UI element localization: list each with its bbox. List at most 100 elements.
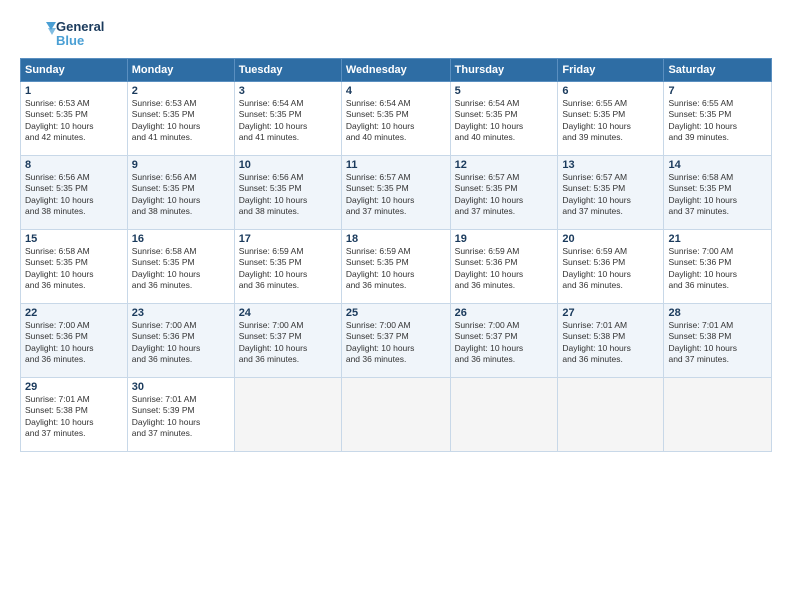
- day-info: Sunrise: 7:00 AMSunset: 5:36 PMDaylight:…: [132, 320, 230, 366]
- day-number: 9: [132, 159, 230, 171]
- day-info: Sunrise: 7:00 AMSunset: 5:36 PMDaylight:…: [25, 320, 123, 366]
- day-info: Sunrise: 6:55 AMSunset: 5:35 PMDaylight:…: [668, 98, 767, 144]
- day-number: 23: [132, 307, 230, 319]
- calendar-cell: [234, 378, 341, 452]
- day-info: Sunrise: 6:59 AMSunset: 5:36 PMDaylight:…: [562, 246, 659, 292]
- day-number: 29: [25, 381, 123, 393]
- day-number: 6: [562, 85, 659, 97]
- col-header-saturday: Saturday: [664, 59, 772, 82]
- calendar-cell: 5Sunrise: 6:54 AMSunset: 5:35 PMDaylight…: [450, 82, 558, 156]
- calendar-cell: 13Sunrise: 6:57 AMSunset: 5:35 PMDayligh…: [558, 156, 664, 230]
- calendar-cell: 2Sunrise: 6:53 AMSunset: 5:35 PMDaylight…: [127, 82, 234, 156]
- calendar-table: SundayMondayTuesdayWednesdayThursdayFrid…: [20, 58, 772, 452]
- day-number: 8: [25, 159, 123, 171]
- day-info: Sunrise: 7:00 AMSunset: 5:37 PMDaylight:…: [346, 320, 446, 366]
- day-number: 7: [668, 85, 767, 97]
- calendar-cell: 23Sunrise: 7:00 AMSunset: 5:36 PMDayligh…: [127, 304, 234, 378]
- day-number: 14: [668, 159, 767, 171]
- calendar-cell: 24Sunrise: 7:00 AMSunset: 5:37 PMDayligh…: [234, 304, 341, 378]
- calendar-cell: 15Sunrise: 6:58 AMSunset: 5:35 PMDayligh…: [21, 230, 128, 304]
- page-header: General Blue: [20, 18, 772, 50]
- calendar-cell: 18Sunrise: 6:59 AMSunset: 5:35 PMDayligh…: [341, 230, 450, 304]
- calendar-cell: 8Sunrise: 6:56 AMSunset: 5:35 PMDaylight…: [21, 156, 128, 230]
- day-info: Sunrise: 6:59 AMSunset: 5:36 PMDaylight:…: [455, 246, 554, 292]
- day-number: 28: [668, 307, 767, 319]
- calendar-cell: 25Sunrise: 7:00 AMSunset: 5:37 PMDayligh…: [341, 304, 450, 378]
- col-header-tuesday: Tuesday: [234, 59, 341, 82]
- day-info: Sunrise: 6:53 AMSunset: 5:35 PMDaylight:…: [25, 98, 123, 144]
- calendar-cell: 3Sunrise: 6:54 AMSunset: 5:35 PMDaylight…: [234, 82, 341, 156]
- day-info: Sunrise: 7:01 AMSunset: 5:38 PMDaylight:…: [668, 320, 767, 366]
- calendar-cell: [558, 378, 664, 452]
- day-number: 13: [562, 159, 659, 171]
- calendar-week-4: 22Sunrise: 7:00 AMSunset: 5:36 PMDayligh…: [21, 304, 772, 378]
- day-info: Sunrise: 6:58 AMSunset: 5:35 PMDaylight:…: [132, 246, 230, 292]
- day-info: Sunrise: 7:00 AMSunset: 5:37 PMDaylight:…: [239, 320, 337, 366]
- calendar-week-5: 29Sunrise: 7:01 AMSunset: 5:38 PMDayligh…: [21, 378, 772, 452]
- day-number: 30: [132, 381, 230, 393]
- col-header-sunday: Sunday: [21, 59, 128, 82]
- calendar-cell: 7Sunrise: 6:55 AMSunset: 5:35 PMDaylight…: [664, 82, 772, 156]
- calendar-cell: 20Sunrise: 6:59 AMSunset: 5:36 PMDayligh…: [558, 230, 664, 304]
- day-number: 3: [239, 85, 337, 97]
- day-number: 2: [132, 85, 230, 97]
- col-header-wednesday: Wednesday: [341, 59, 450, 82]
- col-header-friday: Friday: [558, 59, 664, 82]
- day-number: 26: [455, 307, 554, 319]
- day-info: Sunrise: 6:56 AMSunset: 5:35 PMDaylight:…: [25, 172, 123, 218]
- day-info: Sunrise: 7:01 AMSunset: 5:38 PMDaylight:…: [562, 320, 659, 366]
- calendar-cell: 29Sunrise: 7:01 AMSunset: 5:38 PMDayligh…: [21, 378, 128, 452]
- calendar-cell: 6Sunrise: 6:55 AMSunset: 5:35 PMDaylight…: [558, 82, 664, 156]
- calendar-cell: 16Sunrise: 6:58 AMSunset: 5:35 PMDayligh…: [127, 230, 234, 304]
- day-number: 17: [239, 233, 337, 245]
- calendar-cell: 9Sunrise: 6:56 AMSunset: 5:35 PMDaylight…: [127, 156, 234, 230]
- day-number: 20: [562, 233, 659, 245]
- day-info: Sunrise: 6:53 AMSunset: 5:35 PMDaylight:…: [132, 98, 230, 144]
- calendar-cell: 28Sunrise: 7:01 AMSunset: 5:38 PMDayligh…: [664, 304, 772, 378]
- calendar-cell: 1Sunrise: 6:53 AMSunset: 5:35 PMDaylight…: [21, 82, 128, 156]
- day-info: Sunrise: 7:00 AMSunset: 5:37 PMDaylight:…: [455, 320, 554, 366]
- day-info: Sunrise: 6:57 AMSunset: 5:35 PMDaylight:…: [455, 172, 554, 218]
- calendar-week-3: 15Sunrise: 6:58 AMSunset: 5:35 PMDayligh…: [21, 230, 772, 304]
- logo: General Blue: [20, 18, 104, 50]
- day-info: Sunrise: 6:56 AMSunset: 5:35 PMDaylight:…: [132, 172, 230, 218]
- calendar-cell: 10Sunrise: 6:56 AMSunset: 5:35 PMDayligh…: [234, 156, 341, 230]
- day-number: 24: [239, 307, 337, 319]
- day-number: 5: [455, 85, 554, 97]
- day-info: Sunrise: 6:58 AMSunset: 5:35 PMDaylight:…: [25, 246, 123, 292]
- day-info: Sunrise: 7:00 AMSunset: 5:36 PMDaylight:…: [668, 246, 767, 292]
- day-number: 10: [239, 159, 337, 171]
- calendar-cell: 19Sunrise: 6:59 AMSunset: 5:36 PMDayligh…: [450, 230, 558, 304]
- day-number: 25: [346, 307, 446, 319]
- day-info: Sunrise: 6:54 AMSunset: 5:35 PMDaylight:…: [455, 98, 554, 144]
- calendar-cell: 11Sunrise: 6:57 AMSunset: 5:35 PMDayligh…: [341, 156, 450, 230]
- day-info: Sunrise: 6:57 AMSunset: 5:35 PMDaylight:…: [562, 172, 659, 218]
- col-header-monday: Monday: [127, 59, 234, 82]
- calendar-cell: 17Sunrise: 6:59 AMSunset: 5:35 PMDayligh…: [234, 230, 341, 304]
- calendar-week-1: 1Sunrise: 6:53 AMSunset: 5:35 PMDaylight…: [21, 82, 772, 156]
- day-number: 11: [346, 159, 446, 171]
- day-info: Sunrise: 6:59 AMSunset: 5:35 PMDaylight:…: [346, 246, 446, 292]
- calendar-cell: 22Sunrise: 7:00 AMSunset: 5:36 PMDayligh…: [21, 304, 128, 378]
- day-number: 19: [455, 233, 554, 245]
- day-info: Sunrise: 6:57 AMSunset: 5:35 PMDaylight:…: [346, 172, 446, 218]
- day-info: Sunrise: 6:56 AMSunset: 5:35 PMDaylight:…: [239, 172, 337, 218]
- calendar-cell: [664, 378, 772, 452]
- day-info: Sunrise: 6:54 AMSunset: 5:35 PMDaylight:…: [346, 98, 446, 144]
- day-number: 12: [455, 159, 554, 171]
- day-info: Sunrise: 7:01 AMSunset: 5:39 PMDaylight:…: [132, 394, 230, 440]
- day-info: Sunrise: 6:58 AMSunset: 5:35 PMDaylight:…: [668, 172, 767, 218]
- col-header-thursday: Thursday: [450, 59, 558, 82]
- day-number: 4: [346, 85, 446, 97]
- calendar-cell: [450, 378, 558, 452]
- day-info: Sunrise: 6:54 AMSunset: 5:35 PMDaylight:…: [239, 98, 337, 144]
- calendar-cell: 30Sunrise: 7:01 AMSunset: 5:39 PMDayligh…: [127, 378, 234, 452]
- day-number: 22: [25, 307, 123, 319]
- calendar-cell: 21Sunrise: 7:00 AMSunset: 5:36 PMDayligh…: [664, 230, 772, 304]
- calendar-cell: 14Sunrise: 6:58 AMSunset: 5:35 PMDayligh…: [664, 156, 772, 230]
- calendar-cell: 27Sunrise: 7:01 AMSunset: 5:38 PMDayligh…: [558, 304, 664, 378]
- day-number: 15: [25, 233, 123, 245]
- calendar-cell: 4Sunrise: 6:54 AMSunset: 5:35 PMDaylight…: [341, 82, 450, 156]
- day-number: 1: [25, 85, 123, 97]
- calendar-cell: 12Sunrise: 6:57 AMSunset: 5:35 PMDayligh…: [450, 156, 558, 230]
